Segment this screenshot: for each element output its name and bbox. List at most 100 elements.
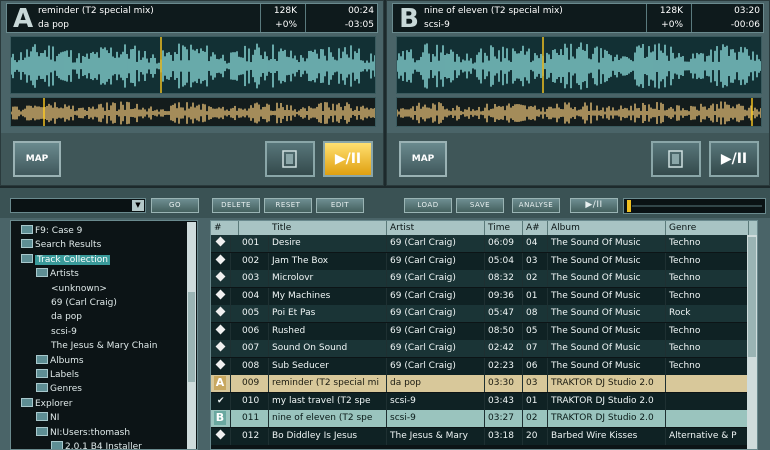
- tree-item[interactable]: 69 (Carl Craig): [51, 297, 117, 310]
- table-row[interactable]: 001 Desire 69 (Carl Craig) 06:09 04 The Sound…: [211, 235, 757, 252]
- table-row[interactable]: 012 Bo Diddley Is Jesus The Jesus & Mary 03…: [211, 427, 757, 445]
- tree-item-label: NI:Users:thomash: [50, 427, 131, 438]
- cell-album: The Sound Of Music: [548, 357, 666, 375]
- column-header[interactable]: Time: [485, 221, 523, 235]
- row-status: [211, 427, 231, 445]
- reset-button[interactable]: RESET: [264, 198, 312, 213]
- scroll-thumb[interactable]: [188, 292, 195, 382]
- tree-item[interactable]: NI: [36, 412, 59, 425]
- load-button[interactable]: LOAD: [404, 198, 452, 213]
- tree-item[interactable]: Explorer: [21, 397, 73, 411]
- waveform-zoom[interactable]: [396, 36, 762, 94]
- browser-panel: ▼ GO DELETE RESET EDIT LOAD SAVE ANALYSE…: [0, 188, 770, 450]
- tree-item-label: Labels: [50, 370, 79, 380]
- delete-button[interactable]: DELETE: [212, 198, 260, 213]
- chevron-down-icon[interactable]: ▼: [132, 200, 144, 211]
- analyse-button[interactable]: ANALYSE: [512, 198, 560, 213]
- column-header[interactable]: #: [211, 221, 239, 235]
- row-status: [211, 322, 231, 340]
- preview-player-track[interactable]: [623, 198, 766, 214]
- diamond-icon: [215, 306, 226, 317]
- folder-icon: [36, 268, 48, 278]
- cell-time: 06:09: [485, 235, 523, 252]
- play-pause-button[interactable]: ▶/II: [709, 141, 759, 177]
- tree-item[interactable]: Albums: [36, 354, 84, 368]
- table-row[interactable]: A 009 reminder (T2 special mi da pop 03:30 03…: [211, 375, 757, 392]
- cue-button[interactable]: [265, 141, 315, 177]
- column-header[interactable]: A#: [523, 221, 548, 235]
- table-row[interactable]: 002 Jam The Box 69 (Carl Craig) 05:04 03 The …: [211, 252, 757, 270]
- tree-scrollbar[interactable]: [187, 222, 196, 449]
- table-row[interactable]: 005 Poi Et Pas 69 (Carl Craig) 05:47 08 The S…: [211, 305, 757, 322]
- waveform-overview[interactable]: [10, 97, 376, 127]
- cell-genre: Techno: [666, 270, 749, 287]
- track-artist: scsi-9: [424, 20, 450, 30]
- tree-item[interactable]: F9: Case 9: [21, 225, 82, 238]
- save-button[interactable]: SAVE: [456, 198, 504, 213]
- table-row[interactable]: 007 Sound On Sound 69 (Carl Craig) 02:42 07 T…: [211, 340, 757, 357]
- table-row[interactable]: 003 Microlovr 69 (Carl Craig) 08:32 02 The So…: [211, 270, 757, 287]
- tree-item[interactable]: Genres: [36, 383, 82, 396]
- scroll-thumb[interactable]: [748, 237, 756, 357]
- waveform-overview[interactable]: [396, 97, 762, 127]
- search-combo[interactable]: ▼: [10, 198, 146, 213]
- cell-album: Barbed Wire Kisses: [548, 427, 666, 445]
- diamond-icon: [215, 324, 226, 334]
- tree-item[interactable]: The Jesus & Mary Chain: [51, 340, 158, 353]
- bitrate: 128K: [659, 6, 683, 16]
- tree-item[interactable]: 2.0.1 B4 Installer: [51, 441, 142, 449]
- table-row[interactable]: B 011 nine of eleven (T2 spe scsi-9 03:27 02 T…: [211, 410, 757, 427]
- cell-album: The Sound Of Music: [548, 340, 666, 357]
- edit-button[interactable]: EDIT: [316, 198, 364, 213]
- deck-letter: B: [399, 4, 419, 34]
- elapsed-time: 03:20: [734, 6, 760, 16]
- go-button[interactable]: GO: [151, 198, 199, 213]
- folder-icon: [21, 397, 33, 407]
- column-header[interactable]: Genre: [666, 221, 749, 235]
- tree-item-label: Explorer: [35, 398, 73, 409]
- map-button[interactable]: MAP: [399, 141, 447, 177]
- browser-toolbar: ▼ GO DELETE RESET EDIT LOAD SAVE ANALYSE…: [0, 188, 770, 218]
- tree-item[interactable]: Track Collection: [21, 253, 110, 267]
- cell-genre: Techno: [666, 287, 749, 305]
- cell-time: 08:32: [485, 270, 523, 287]
- tree-item[interactable]: NI:Users:thomash: [36, 426, 131, 440]
- column-header[interactable]: Artist: [387, 221, 485, 235]
- folder-icon: [36, 426, 48, 436]
- table-row[interactable]: 004 My Machines 69 (Carl Craig) 09:36 01 The …: [211, 287, 757, 305]
- pitch: +0%: [275, 20, 297, 30]
- cell-title: nine of eleven (T2 spe: [269, 410, 387, 427]
- cell-artist: The Jesus & Mary: [387, 427, 485, 445]
- table-row[interactable]: 006 Rushed 69 (Carl Craig) 08:50 05 The Sound…: [211, 322, 757, 340]
- waveform-zoom[interactable]: [10, 36, 376, 94]
- tree-item[interactable]: Labels: [36, 369, 79, 382]
- play-pause-button[interactable]: ▶/II: [323, 141, 373, 177]
- cell-time: 09:36: [485, 287, 523, 305]
- table-row[interactable]: ✔ 010 my last travel (T2 spe scsi-9 03:43 01 T…: [211, 392, 757, 410]
- track-title: reminder (T2 special mix): [38, 6, 154, 16]
- tree-item[interactable]: Artists: [36, 268, 79, 281]
- cell-time: 02:23: [485, 357, 523, 375]
- cell-num: 001: [239, 235, 269, 252]
- preview-play-button[interactable]: ▶/II: [570, 198, 618, 213]
- tree-item-label: The Jesus & Mary Chain: [51, 341, 158, 352]
- cell-album: The Sound Of Music: [548, 322, 666, 340]
- cue-button[interactable]: [651, 141, 701, 177]
- cell-genre: Rock: [666, 305, 749, 322]
- row-status: [211, 357, 231, 375]
- column-header[interactable]: Album: [548, 221, 666, 235]
- row-status: [211, 270, 231, 287]
- tree-item[interactable]: da pop: [51, 311, 82, 324]
- deck-a: A reminder (T2 special mix) da pop 128K …: [0, 0, 384, 186]
- cell-title: Sound On Sound: [269, 340, 387, 357]
- tree-item[interactable]: scsi-9: [51, 326, 77, 339]
- tree-item[interactable]: Search Results: [21, 239, 101, 252]
- table-row[interactable]: 008 Sub Seducer 69 (Carl Craig) 02:23 06 The …: [211, 357, 757, 375]
- map-button[interactable]: MAP: [13, 141, 61, 177]
- column-header[interactable]: Title: [269, 221, 387, 235]
- tree-item[interactable]: <unknown>: [51, 283, 107, 296]
- cell-track: 03: [523, 375, 548, 392]
- divider: [260, 4, 261, 32]
- table-scrollbar[interactable]: [747, 235, 757, 449]
- folder-icon: [36, 383, 48, 393]
